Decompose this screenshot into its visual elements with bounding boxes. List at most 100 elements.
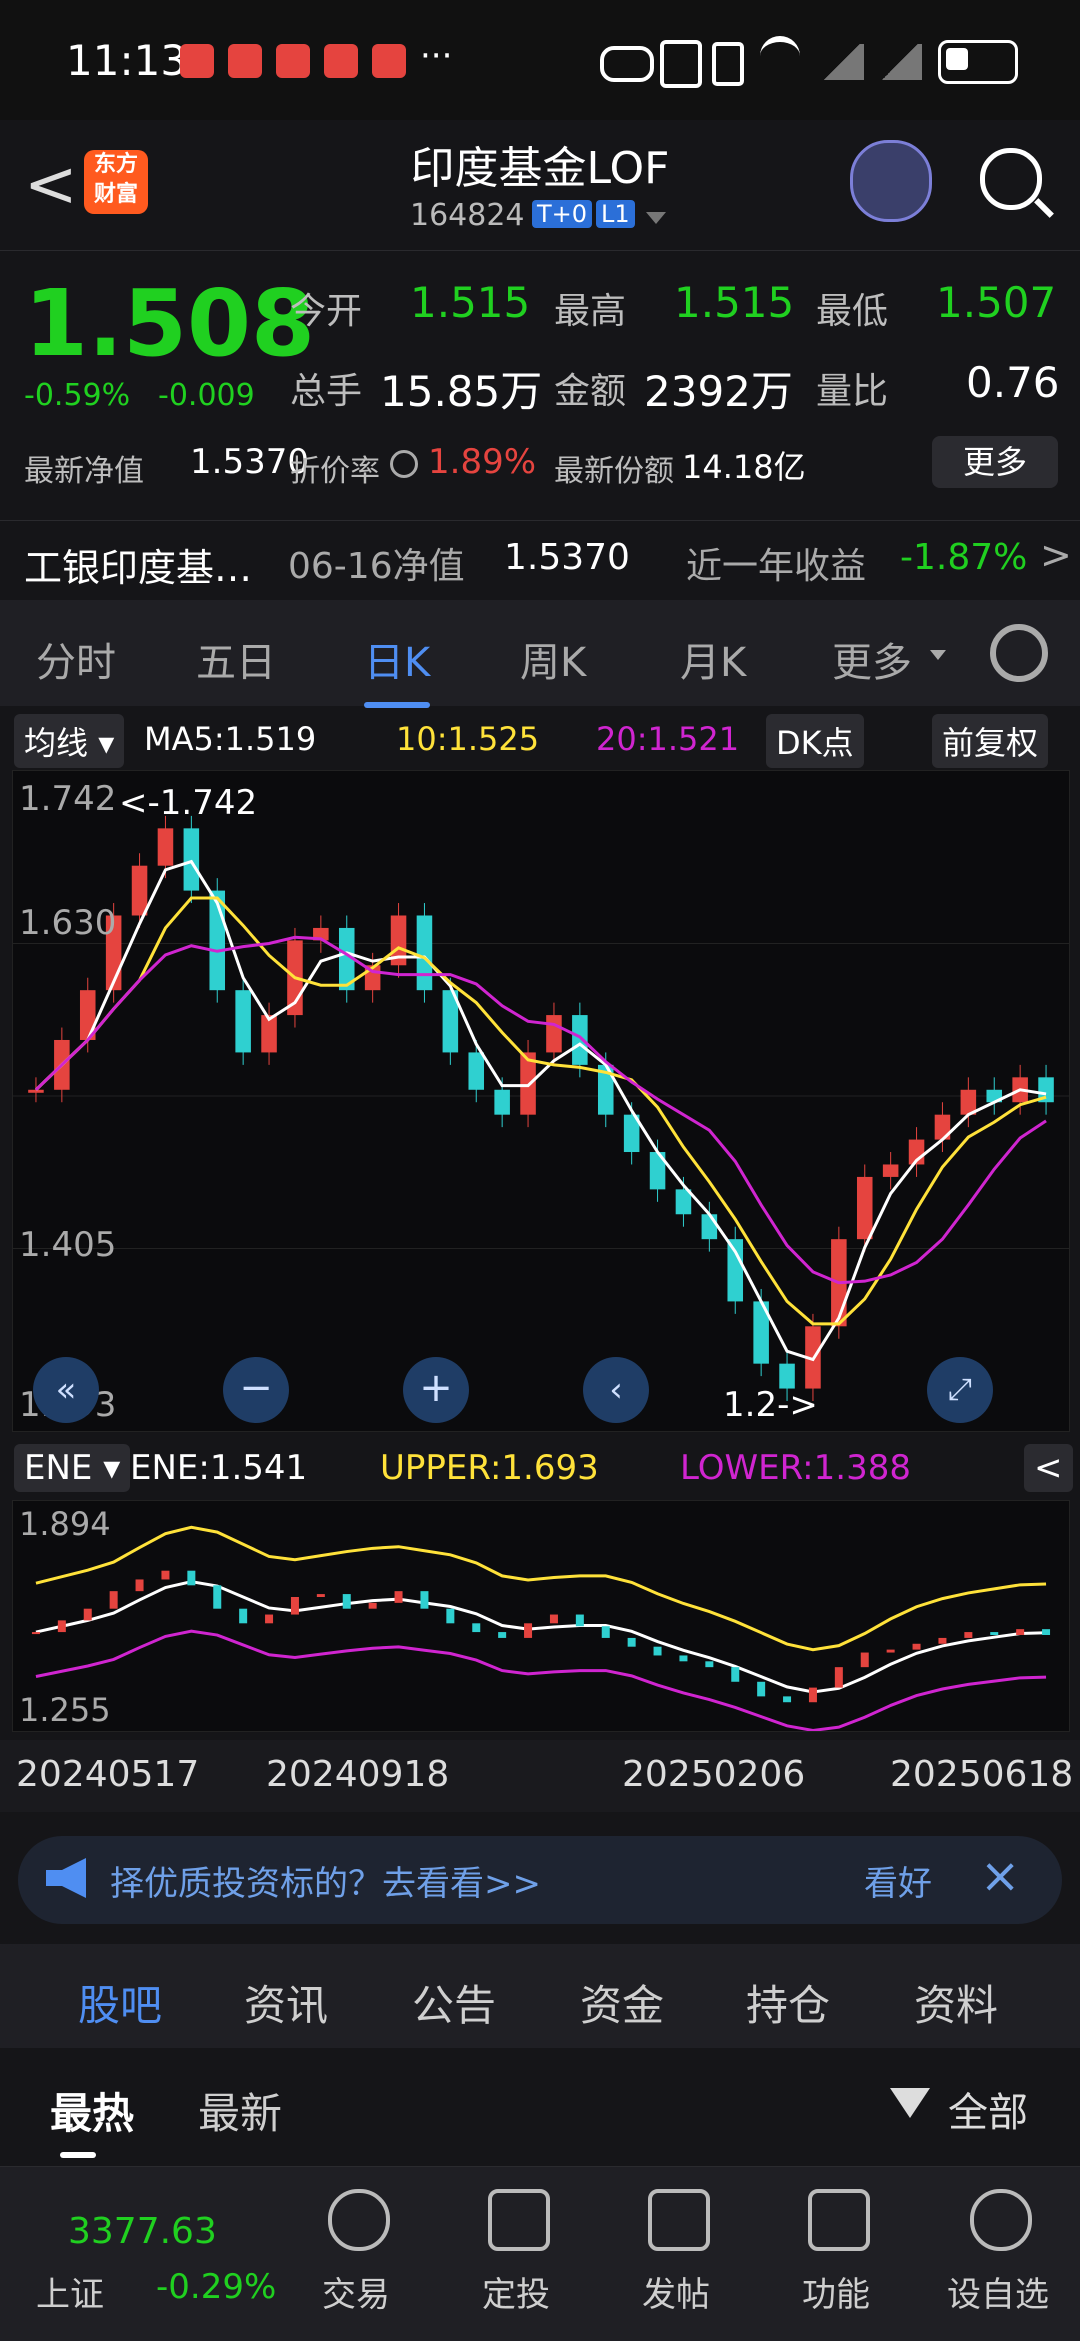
nav-add-watchlist[interactable]: 设自选 [938,2267,1058,2316]
tab-funds[interactable]: 资金 [580,1972,664,2033]
t0-badge: T+0 [532,200,593,228]
ene-candle [549,1614,558,1624]
battery-icon [938,40,1018,84]
candle [183,828,200,891]
tab-weekly-k[interactable]: 周K [520,630,586,688]
ene-candle [834,1667,843,1688]
ma10-line [34,896,1047,1326]
post-icon[interactable] [648,2189,710,2251]
tab-news[interactable]: 资讯 [244,1972,328,2033]
candle [131,865,148,916]
candle [416,915,433,991]
ene-candle [808,1687,817,1703]
candle [727,1239,744,1302]
ma-toggle[interactable]: 均线 ▾ [14,714,125,768]
ene-chart[interactable]: 1.894 1.255 [12,1500,1070,1732]
discount-value: 1.89% [428,442,537,482]
scroll-left-far-button[interactable]: « [33,1357,99,1423]
ene-candle [213,1585,222,1609]
tab-announcements[interactable]: 公告 [412,1972,496,2033]
trade-icon[interactable] [328,2189,390,2251]
notification-icon [228,44,262,78]
tab-holdings[interactable]: 持仓 [746,1972,830,2033]
zoom-in-button[interactable]: + [403,1357,469,1423]
ene-candle [1016,1629,1025,1635]
adjust-toggle[interactable]: 前复权 [932,714,1049,768]
tab-intraday[interactable]: 分时 [36,630,116,688]
open-label: 今开 [290,291,363,332]
collapse-icon[interactable]: < [1024,1444,1073,1492]
chevron-down-icon[interactable] [646,212,666,224]
nav-invest-plan[interactable]: 定投 [456,2267,576,2316]
quote-panel: 1.508 -0.59% -0.009 今开 1.515 最高 1.515 最低… [0,250,1080,516]
ene-mid-line [35,1580,1047,1694]
filter-icon[interactable] [890,2088,930,2118]
tab-profile[interactable]: 资料 [914,1972,998,2033]
nav-post[interactable]: 发帖 [616,2267,736,2316]
ene-axis-bottom: 1.255 [19,1691,111,1729]
tab-more[interactable]: 更多 [832,630,912,688]
fullscreen-icon[interactable]: ⤢ [927,1357,993,1423]
tab-daily-k[interactable]: 日K [364,630,431,708]
ene-candle [731,1667,740,1682]
low-label: 最低 [816,291,889,332]
ene-upper-value: UPPER:1.693 [380,1448,599,1488]
search-icon[interactable] [980,148,1042,210]
ene-candle [265,1614,274,1624]
tab-monthly-k[interactable]: 月K [680,630,746,688]
ene-toggle[interactable]: ENE ▾ [14,1444,131,1492]
ene-candle [679,1655,688,1662]
volume-label: 总手 [290,371,363,412]
amount-value: 2392万 [644,367,793,416]
candle [235,990,251,1053]
candle [28,1089,44,1093]
ene-candle [83,1608,92,1621]
ene-candle [31,1632,40,1635]
eye-icon [600,46,654,82]
ene-candle [912,1643,921,1650]
banner-text[interactable]: 择优质投资标的？去看看>> [110,1856,541,1905]
banner-right-text[interactable]: 看好 [864,1856,932,1905]
nav-functions[interactable]: 功能 [776,2267,896,2316]
functions-icon[interactable] [808,2189,870,2251]
ma10-value: 10:1.525 [396,720,540,758]
index-change[interactable]: -0.29% [156,2267,276,2307]
vibrate-icon [712,42,744,86]
tab-five-day[interactable]: 五日 [196,630,276,688]
tab-forum[interactable]: 股吧 [78,1972,163,2055]
add-watchlist-icon[interactable] [970,2189,1032,2251]
index-name[interactable]: 上证 [36,2267,104,2316]
fund-name: 工银印度基… [24,546,253,590]
assistant-robot-icon[interactable] [850,140,932,222]
ene-candle [472,1623,481,1633]
promo-banner[interactable]: 择优质投资标的？去看看>> 看好 × [18,1836,1062,1924]
gear-icon[interactable] [990,624,1048,682]
ma5-line [34,859,1047,1362]
megaphone-icon [46,1858,86,1898]
dk-point-toggle[interactable]: DK点 [766,714,864,768]
ene-candle [601,1626,610,1638]
stock-code: 164824 [410,198,525,233]
info-icon[interactable] [390,450,418,478]
ene-svg [31,1525,1051,1732]
zoom-out-button[interactable]: − [223,1357,289,1423]
fund-info-row[interactable]: 工银印度基… 06-16净值 1.5370 近一年收益 -1.87% > [0,520,1080,602]
open-value: 1.515 [410,278,531,327]
ene-candle [290,1597,299,1615]
scroll-left-button[interactable]: ‹ [583,1357,649,1423]
ene-candle [57,1620,66,1633]
ene-candle [342,1594,351,1609]
ene-candle [420,1591,429,1609]
index-value[interactable]: 3377.63 [68,2211,217,2252]
close-icon[interactable]: × [980,1848,1020,1904]
invest-plan-icon[interactable] [488,2189,550,2251]
sort-latest[interactable]: 最新 [198,2080,282,2141]
filter-all[interactable]: 全部 [948,2080,1028,2138]
sort-hot[interactable]: 最热 [50,2080,134,2141]
nav-trade[interactable]: 交易 [296,2267,416,2316]
y-label-3: 1.405 [19,1225,117,1265]
bottom-nav: 3377.63 上证 -0.29% 交易 定投 发帖 功能 设自选 [0,2166,1080,2341]
more-button[interactable]: 更多 [932,436,1058,488]
ene-candle [316,1594,325,1597]
candlestick-chart[interactable]: 1.742 1.630 1.405 1.293 <-1.742 1.2-> « … [12,770,1070,1432]
